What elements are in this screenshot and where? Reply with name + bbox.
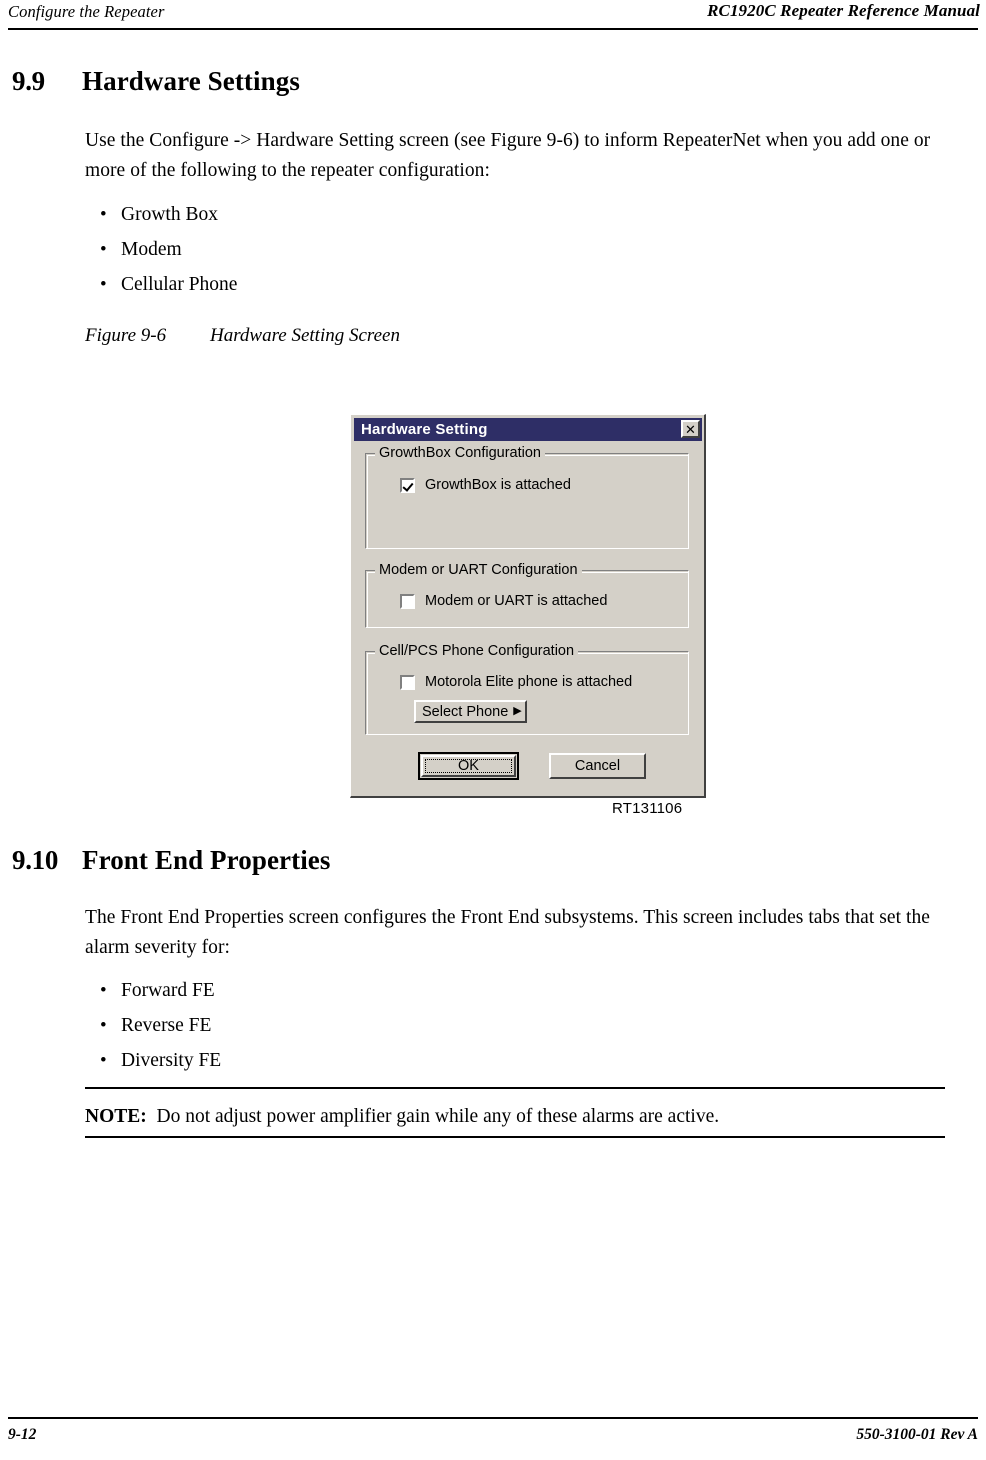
- triangle-right-icon: ▶: [513, 705, 522, 717]
- note-rule-bottom: [85, 1136, 945, 1138]
- note-label: NOTE:: [85, 1106, 147, 1127]
- bullet-icon: •: [100, 1050, 107, 1071]
- list-item-label: Reverse FE: [121, 1015, 212, 1036]
- note-rule-top: [85, 1087, 945, 1089]
- footer-document-number: 550-3100-01 Rev A: [856, 1426, 978, 1443]
- bullet-icon: •: [100, 239, 107, 260]
- ok-button-label: OK: [425, 758, 512, 774]
- checkbox-label: Motorola Elite phone is attached: [425, 674, 633, 690]
- figure-caption-number: Figure 9-6: [85, 325, 167, 346]
- cancel-button-label: Cancel: [574, 758, 621, 774]
- section-9-9-paragraph: Use the Configure -> Hardware Setting sc…: [85, 130, 931, 181]
- checkbox-label: GrowthBox is attached: [425, 477, 571, 493]
- ok-button-face: OK: [421, 755, 516, 777]
- list-item-label: Diversity FE: [121, 1050, 222, 1071]
- dialog-titlebar: Hardware Setting ✕: [354, 418, 702, 441]
- groupbox-legend: Modem or UART Configuration: [375, 562, 582, 578]
- ok-button[interactable]: OK: [418, 752, 519, 780]
- select-phone-button-label: Select Phone: [422, 703, 509, 720]
- dialog-title: Hardware Setting: [361, 421, 488, 438]
- checkbox-modem-uart-attached[interactable]: [400, 593, 415, 609]
- footer-rule: [8, 1417, 978, 1419]
- figure-image-hardware-setting-dialog: Hardware Setting ✕ GrowthBox Configurati…: [350, 414, 706, 798]
- bullet-icon: •: [100, 204, 107, 225]
- list-item-label: Growth Box: [121, 204, 218, 225]
- groupbox-growthbox-configuration: GrowthBox Configuration GrowthBox is att…: [365, 445, 689, 549]
- note-body: Do not adjust power amplifier gain while…: [156, 1106, 720, 1127]
- bullet-icon: •: [100, 1015, 107, 1036]
- figure-caption: Figure 9-6 Hardware Setting Screen: [85, 325, 400, 347]
- checkbox-row-motorola-elite-attached[interactable]: Motorola Elite phone is attached: [400, 674, 632, 690]
- groupbox-legend: GrowthBox Configuration: [375, 445, 545, 461]
- running-head-left: Configure the Repeater: [8, 2, 165, 21]
- hardware-setting-dialog: Hardware Setting ✕ GrowthBox Configurati…: [350, 414, 706, 798]
- cancel-button[interactable]: Cancel: [549, 753, 646, 779]
- checkbox-row-modem-uart-attached[interactable]: Modem or UART is attached: [400, 593, 607, 609]
- checkbox-growthbox-attached[interactable]: [400, 477, 415, 493]
- footer-page-number: 9-12: [8, 1426, 37, 1443]
- groupbox-cell-pcs-phone-configuration: Cell/PCS Phone Configuration Motorola El…: [365, 643, 689, 735]
- list-item-label: Cellular Phone: [121, 274, 238, 295]
- header-rule: [8, 28, 978, 30]
- list-item-label: Modem: [121, 239, 182, 260]
- list-item-label: Forward FE: [121, 980, 215, 1001]
- bullet-icon: •: [100, 980, 107, 1001]
- groupbox-legend: Cell/PCS Phone Configuration: [375, 643, 579, 659]
- section-title: Front End Properties: [82, 845, 331, 875]
- note-block: NOTE: Do not adjust power amplifier gain…: [85, 1106, 719, 1128]
- figure-caption-title: Hardware Setting Screen: [210, 325, 400, 346]
- section-title: Hardware Settings: [82, 66, 300, 96]
- running-head-right: RC1920C Repeater Reference Manual: [707, 1, 980, 20]
- close-icon[interactable]: ✕: [681, 420, 700, 438]
- select-phone-button[interactable]: Select Phone ▶: [414, 700, 527, 723]
- bullet-icon: •: [100, 274, 107, 295]
- groupbox-modem-uart-configuration: Modem or UART Configuration Modem or UAR…: [365, 562, 689, 628]
- section-number: 9.9: [12, 66, 45, 96]
- groupbox-inner-bevel: [367, 455, 689, 549]
- section-number: 9.10: [12, 845, 59, 875]
- figure-id-label: RT131106: [612, 800, 683, 817]
- checkbox-row-growthbox-attached[interactable]: GrowthBox is attached: [400, 477, 571, 493]
- checkbox-label: Modem or UART is attached: [425, 593, 608, 609]
- section-9-10-paragraph: The Front End Properties screen configur…: [85, 907, 930, 958]
- checkbox-motorola-elite-attached[interactable]: [400, 674, 415, 690]
